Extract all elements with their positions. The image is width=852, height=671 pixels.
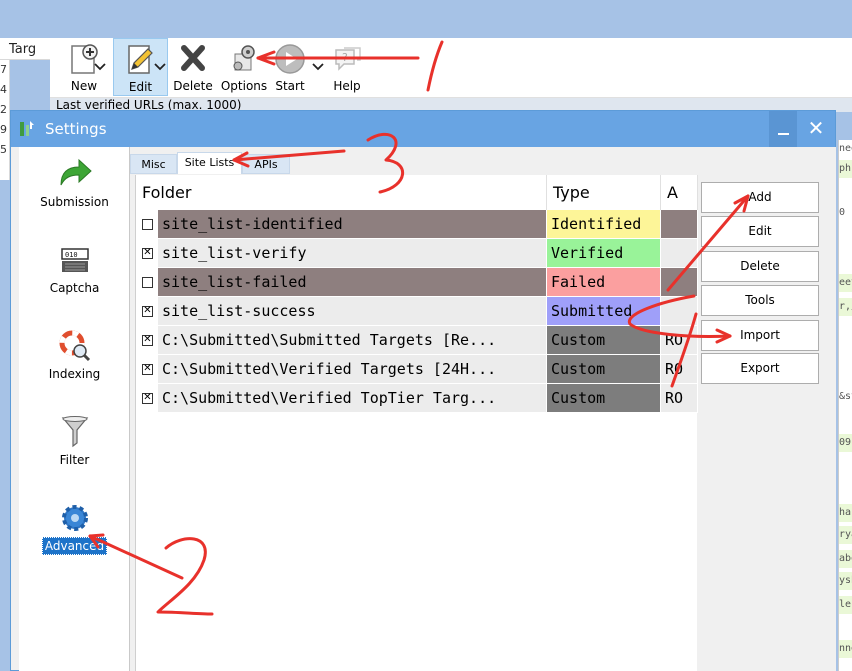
help-bubble-icon: ? [335,47,361,71]
left-number-strip: 7 4 2 9 5 [0,60,10,180]
delete-list-button[interactable]: Delete [701,251,819,282]
folder-cell: site_list-verify [158,239,547,268]
type-cell: Verified [547,239,661,268]
app-title-bar [0,0,852,38]
options-gear-icon [233,45,255,71]
add-button[interactable]: Add [701,182,819,213]
close-button[interactable]: ✕ [797,111,835,147]
lifebuoy-magnifier-icon [59,330,91,362]
category-submission[interactable]: Submission [19,151,130,231]
column-header-type[interactable]: Type [547,175,661,210]
help-button[interactable]: ? Help [326,38,368,96]
site-lists-table: Folder Type A site_list-identified Identi… [135,175,698,671]
delete-button[interactable]: Delete [171,38,215,96]
tab-misc[interactable]: Misc [130,154,177,174]
folder-cell: C:\Submitted\Verified TopTier Targ... [158,384,547,413]
funnel-icon [61,416,89,448]
tools-button[interactable]: Tools [701,285,819,316]
minimize-button[interactable] [769,111,797,147]
right-log-strip: nee ph 0 eet r,/ &st 09 har rya abo ysh … [838,140,852,671]
settings-dialog: Settings ✕ Submission 010 Captcha Indexi… [10,110,836,671]
category-advanced[interactable]: Advanced [19,495,130,575]
table-row[interactable]: site_list-successSubmitted [136,297,698,326]
category-captcha[interactable]: 010 Captcha [19,237,130,317]
type-cell: Identified [547,210,661,239]
app-tab-strip: Targ [0,38,50,60]
settings-content: Misc Site Lists APIs Folder Type A site_… [130,147,836,671]
new-dropdown-chevron-down-icon[interactable] [94,63,106,71]
access-cell: RO [661,326,698,355]
row-checkbox[interactable] [142,362,153,376]
row-checkbox[interactable] [142,391,153,405]
access-cell [661,210,698,239]
type-cell: Custom [547,355,661,384]
category-indexing[interactable]: Indexing [19,323,130,403]
type-cell: Submitted [547,297,661,326]
folder-cell: site_list-failed [158,268,547,297]
main-toolbar: New Edit Delete Options Start ? Help [50,38,852,98]
access-cell [661,297,698,326]
edit-pencil-icon [127,45,153,74]
captcha-keyboard-icon: 010 [61,248,89,272]
access-cell [661,268,698,297]
import-button[interactable]: Import [701,320,819,351]
settings-window-icon [20,121,34,136]
edit-dropdown-chevron-down-icon[interactable] [154,63,166,71]
access-cell: RO [661,384,698,413]
access-cell: RO [661,355,698,384]
access-cell [661,239,698,268]
svg-text:?: ? [342,51,348,64]
folder-cell: C:\Submitted\Verified Targets [24H... [158,355,547,384]
type-cell: Custom [547,326,661,355]
minimize-icon [778,133,789,135]
row-checkbox[interactable] [142,246,153,260]
edit-list-button[interactable]: Edit [701,216,819,247]
dialog-title-bar[interactable]: Settings ✕ [11,111,835,147]
targets-tab[interactable]: Targ [9,42,36,57]
category-filter[interactable]: Filter [19,409,130,489]
tab-site-lists[interactable]: Site Lists [177,152,242,174]
start-play-icon [275,44,305,74]
row-checkbox[interactable] [142,277,153,288]
table-row[interactable]: site_list-identified Identified [136,210,698,239]
folder-cell: C:\Submitted\Submitted Targets [Re... [158,326,547,355]
table-row[interactable]: site_list-failed Failed [136,268,698,297]
type-cell: Custom [547,384,661,413]
gear-icon [62,505,88,531]
column-header-access[interactable]: A [661,175,698,210]
advanced-label: Advanced [41,537,108,555]
table-row[interactable]: C:\Submitted\Verified Targets [24H...Cus… [136,355,698,384]
options-button[interactable]: Options [218,38,270,96]
delete-x-icon [181,45,205,71]
row-checkbox[interactable] [142,304,153,318]
export-button[interactable]: Export [701,353,819,384]
table-row[interactable]: site_list-verifyVerified [136,239,698,268]
start-button[interactable]: Start [272,38,308,96]
folder-cell: site_list-success [158,297,547,326]
row-checkbox[interactable] [142,333,153,347]
dialog-title: Settings [45,120,107,138]
table-header: Folder Type A [136,175,698,210]
start-dropdown-chevron-down-icon[interactable] [312,63,324,71]
table-row[interactable]: C:\Submitted\Submitted Targets [Re...Cus… [136,326,698,355]
column-header-folder[interactable]: Folder [136,175,547,210]
svg-text:010: 010 [65,251,78,259]
type-cell: Failed [547,268,661,297]
folder-cell: site_list-identified [158,210,547,239]
green-arrow-icon [60,158,92,186]
settings-category-sidebar: Submission 010 Captcha Indexing Filter A… [19,147,130,671]
tab-apis[interactable]: APIs [242,154,290,174]
table-row[interactable]: C:\Submitted\Verified TopTier Targ...Cus… [136,384,698,413]
row-checkbox[interactable] [142,219,153,230]
